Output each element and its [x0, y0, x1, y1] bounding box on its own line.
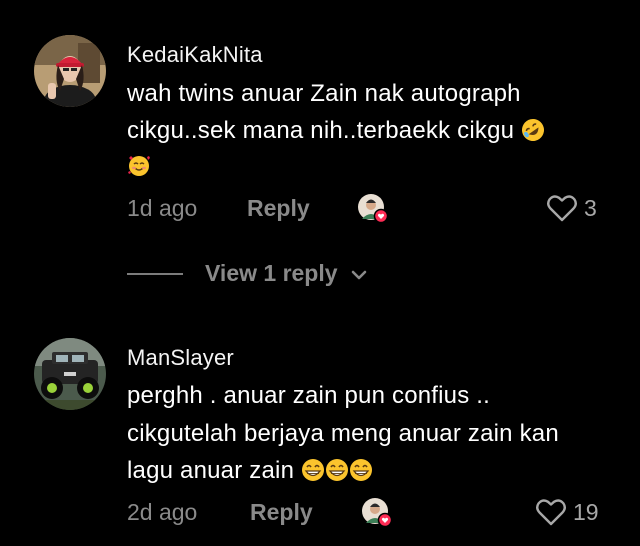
beaming-face-emoji-icon — [301, 458, 325, 490]
comment-text-line — [127, 152, 151, 186]
comment-text-line: lagu anuar zain — [127, 456, 373, 490]
chevron-down-icon — [351, 270, 366, 279]
comment-text-line: wah twins anuar Zain nak autograph — [127, 79, 521, 109]
username[interactable]: KedaiKakNita — [127, 42, 263, 68]
comment-text: lagu anuar zain — [127, 457, 295, 484]
woman-red-cap-avatar-icon — [34, 35, 106, 107]
username[interactable]: ManSlayer — [127, 345, 234, 371]
beaming-face-emoji-icon — [325, 458, 349, 490]
comment-text-line: cikgu..sek mana nih..terbaekk cikgu — [127, 116, 545, 150]
heart-outline-icon — [536, 499, 566, 526]
heart-outline-icon — [547, 195, 577, 222]
like-button[interactable]: 3 — [546, 194, 597, 222]
like-count: 19 — [573, 498, 599, 525]
beaming-face-emoji-icon — [349, 458, 373, 490]
comment-item: KedaiKakNita wah twins anuar Zain nak au… — [0, 0, 640, 250]
view-replies-toggle[interactable]: View 1 reply — [127, 260, 368, 287]
like-button[interactable]: 19 — [535, 498, 599, 526]
creator-avatar-icon — [358, 194, 389, 224]
user-avatar[interactable] — [34, 35, 106, 107]
divider-line — [127, 272, 183, 275]
comment-text: perghh . anuar zain pun confius .. — [127, 382, 491, 409]
reply-button[interactable]: Reply — [250, 499, 313, 526]
reply-button[interactable]: Reply — [247, 195, 310, 222]
comment-timestamp: 2d ago — [127, 499, 198, 525]
comment-text-line: cikgutelah berjaya meng anuar zain kan — [127, 419, 559, 449]
like-count: 3 — [584, 194, 597, 221]
creator-liked-badge — [357, 193, 389, 224]
comment-timestamp: 1d ago — [127, 195, 198, 221]
comment-item: ManSlayer perghh . anuar zain pun confiu… — [0, 330, 640, 546]
view-replies-label: View 1 reply — [205, 260, 338, 286]
user-avatar[interactable] — [34, 338, 106, 410]
comment-text: wah twins anuar Zain nak autograph — [127, 80, 521, 107]
rolling-on-floor-laughing-emoji-icon — [521, 118, 545, 150]
smiling-face-with-hearts-emoji-icon — [127, 154, 151, 186]
comment-text: cikgu..sek mana nih..terbaekk cikgu — [127, 117, 515, 144]
creator-avatar-icon — [362, 498, 393, 528]
comment-text: cikgutelah berjaya meng anuar zain kan — [127, 420, 559, 447]
off-road-truck-avatar-icon — [34, 338, 106, 410]
creator-liked-badge — [361, 497, 393, 528]
comment-text-line: perghh . anuar zain pun confius .. — [127, 381, 490, 411]
